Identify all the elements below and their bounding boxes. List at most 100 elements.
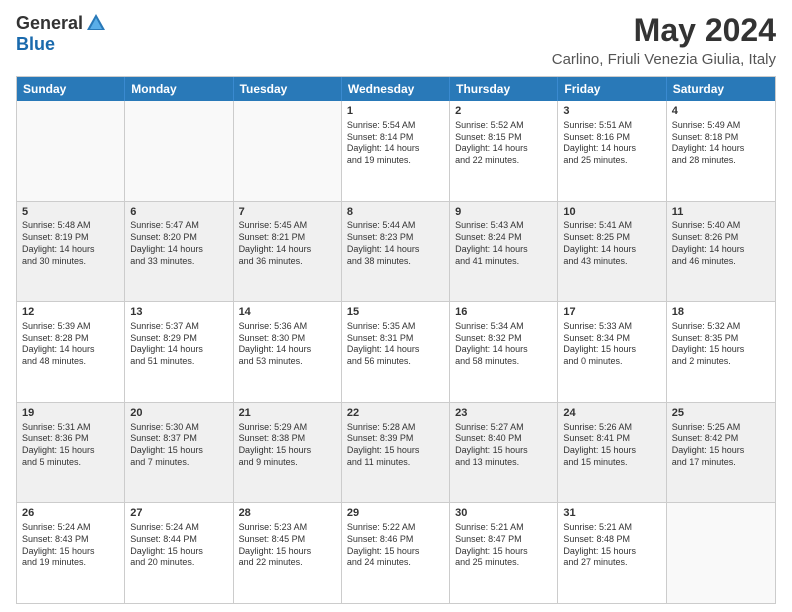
cell-number: 12: [22, 305, 119, 320]
cell-info: Sunrise: 5:31 AM Sunset: 8:36 PM Dayligh…: [22, 422, 119, 469]
calendar-cell: 15Sunrise: 5:35 AM Sunset: 8:31 PM Dayli…: [342, 302, 450, 402]
day-header: Wednesday: [342, 77, 450, 101]
cell-number: 1: [347, 104, 444, 119]
subtitle: Carlino, Friuli Venezia Giulia, Italy: [552, 51, 776, 68]
calendar-cell: 25Sunrise: 5:25 AM Sunset: 8:42 PM Dayli…: [667, 403, 775, 503]
cell-info: Sunrise: 5:49 AM Sunset: 8:18 PM Dayligh…: [672, 120, 770, 167]
calendar-cell: 12Sunrise: 5:39 AM Sunset: 8:28 PM Dayli…: [17, 302, 125, 402]
cell-number: 20: [130, 406, 227, 421]
cell-info: Sunrise: 5:27 AM Sunset: 8:40 PM Dayligh…: [455, 422, 552, 469]
cell-number: 27: [130, 506, 227, 521]
cell-number: 4: [672, 104, 770, 119]
cell-number: 31: [563, 506, 660, 521]
cell-number: 21: [239, 406, 336, 421]
cell-info: Sunrise: 5:35 AM Sunset: 8:31 PM Dayligh…: [347, 321, 444, 368]
calendar-cell: [234, 101, 342, 201]
day-header: Thursday: [450, 77, 558, 101]
calendar-cell: 18Sunrise: 5:32 AM Sunset: 8:35 PM Dayli…: [667, 302, 775, 402]
calendar-cell: 9Sunrise: 5:43 AM Sunset: 8:24 PM Daylig…: [450, 202, 558, 302]
header: General Blue May 2024 Carlino, Friuli Ve…: [16, 12, 776, 68]
day-header: Tuesday: [234, 77, 342, 101]
calendar-body: 1Sunrise: 5:54 AM Sunset: 8:14 PM Daylig…: [17, 101, 775, 603]
calendar-cell: 10Sunrise: 5:41 AM Sunset: 8:25 PM Dayli…: [558, 202, 666, 302]
cell-info: Sunrise: 5:47 AM Sunset: 8:20 PM Dayligh…: [130, 220, 227, 267]
main-title: May 2024: [552, 12, 776, 49]
calendar-cell: 16Sunrise: 5:34 AM Sunset: 8:32 PM Dayli…: [450, 302, 558, 402]
cell-number: 16: [455, 305, 552, 320]
cell-number: 5: [22, 205, 119, 220]
calendar-cell: 27Sunrise: 5:24 AM Sunset: 8:44 PM Dayli…: [125, 503, 233, 603]
cell-info: Sunrise: 5:48 AM Sunset: 8:19 PM Dayligh…: [22, 220, 119, 267]
page: General Blue May 2024 Carlino, Friuli Ve…: [0, 0, 792, 612]
cell-number: 7: [239, 205, 336, 220]
calendar: SundayMondayTuesdayWednesdayThursdayFrid…: [16, 76, 776, 604]
cell-info: Sunrise: 5:43 AM Sunset: 8:24 PM Dayligh…: [455, 220, 552, 267]
logo-blue: Blue: [16, 34, 55, 55]
cell-number: 6: [130, 205, 227, 220]
calendar-cell: 26Sunrise: 5:24 AM Sunset: 8:43 PM Dayli…: [17, 503, 125, 603]
calendar-row: 12Sunrise: 5:39 AM Sunset: 8:28 PM Dayli…: [17, 301, 775, 402]
calendar-cell: 5Sunrise: 5:48 AM Sunset: 8:19 PM Daylig…: [17, 202, 125, 302]
calendar-cell: 7Sunrise: 5:45 AM Sunset: 8:21 PM Daylig…: [234, 202, 342, 302]
calendar-row: 26Sunrise: 5:24 AM Sunset: 8:43 PM Dayli…: [17, 502, 775, 603]
calendar-row: 5Sunrise: 5:48 AM Sunset: 8:19 PM Daylig…: [17, 201, 775, 302]
cell-info: Sunrise: 5:44 AM Sunset: 8:23 PM Dayligh…: [347, 220, 444, 267]
calendar-cell: [125, 101, 233, 201]
cell-info: Sunrise: 5:34 AM Sunset: 8:32 PM Dayligh…: [455, 321, 552, 368]
cell-info: Sunrise: 5:36 AM Sunset: 8:30 PM Dayligh…: [239, 321, 336, 368]
cell-info: Sunrise: 5:40 AM Sunset: 8:26 PM Dayligh…: [672, 220, 770, 267]
cell-info: Sunrise: 5:37 AM Sunset: 8:29 PM Dayligh…: [130, 321, 227, 368]
calendar-cell: [667, 503, 775, 603]
calendar-cell: 28Sunrise: 5:23 AM Sunset: 8:45 PM Dayli…: [234, 503, 342, 603]
calendar-cell: 3Sunrise: 5:51 AM Sunset: 8:16 PM Daylig…: [558, 101, 666, 201]
day-header: Monday: [125, 77, 233, 101]
calendar-cell: 19Sunrise: 5:31 AM Sunset: 8:36 PM Dayli…: [17, 403, 125, 503]
calendar-cell: 8Sunrise: 5:44 AM Sunset: 8:23 PM Daylig…: [342, 202, 450, 302]
cell-number: 9: [455, 205, 552, 220]
cell-info: Sunrise: 5:41 AM Sunset: 8:25 PM Dayligh…: [563, 220, 660, 267]
day-header: Sunday: [17, 77, 125, 101]
cell-number: 24: [563, 406, 660, 421]
cell-number: 8: [347, 205, 444, 220]
calendar-cell: 24Sunrise: 5:26 AM Sunset: 8:41 PM Dayli…: [558, 403, 666, 503]
cell-info: Sunrise: 5:33 AM Sunset: 8:34 PM Dayligh…: [563, 321, 660, 368]
cell-info: Sunrise: 5:24 AM Sunset: 8:43 PM Dayligh…: [22, 522, 119, 569]
cell-number: 25: [672, 406, 770, 421]
cell-info: Sunrise: 5:32 AM Sunset: 8:35 PM Dayligh…: [672, 321, 770, 368]
calendar-cell: 13Sunrise: 5:37 AM Sunset: 8:29 PM Dayli…: [125, 302, 233, 402]
calendar-cell: 4Sunrise: 5:49 AM Sunset: 8:18 PM Daylig…: [667, 101, 775, 201]
cell-number: 3: [563, 104, 660, 119]
cell-info: Sunrise: 5:26 AM Sunset: 8:41 PM Dayligh…: [563, 422, 660, 469]
calendar-cell: 14Sunrise: 5:36 AM Sunset: 8:30 PM Dayli…: [234, 302, 342, 402]
cell-number: 28: [239, 506, 336, 521]
calendar-cell: 22Sunrise: 5:28 AM Sunset: 8:39 PM Dayli…: [342, 403, 450, 503]
day-header: Saturday: [667, 77, 775, 101]
cell-number: 19: [22, 406, 119, 421]
cell-number: 22: [347, 406, 444, 421]
cell-info: Sunrise: 5:23 AM Sunset: 8:45 PM Dayligh…: [239, 522, 336, 569]
cell-info: Sunrise: 5:30 AM Sunset: 8:37 PM Dayligh…: [130, 422, 227, 469]
cell-number: 15: [347, 305, 444, 320]
logo-general: General: [16, 13, 83, 34]
cell-number: 11: [672, 205, 770, 220]
calendar-cell: 23Sunrise: 5:27 AM Sunset: 8:40 PM Dayli…: [450, 403, 558, 503]
cell-number: 2: [455, 104, 552, 119]
day-header: Friday: [558, 77, 666, 101]
logo-icon: [85, 12, 107, 34]
calendar-cell: 31Sunrise: 5:21 AM Sunset: 8:48 PM Dayli…: [558, 503, 666, 603]
calendar-cell: 2Sunrise: 5:52 AM Sunset: 8:15 PM Daylig…: [450, 101, 558, 201]
calendar-cell: 1Sunrise: 5:54 AM Sunset: 8:14 PM Daylig…: [342, 101, 450, 201]
cell-number: 29: [347, 506, 444, 521]
cell-number: 30: [455, 506, 552, 521]
calendar-cell: 6Sunrise: 5:47 AM Sunset: 8:20 PM Daylig…: [125, 202, 233, 302]
cell-info: Sunrise: 5:39 AM Sunset: 8:28 PM Dayligh…: [22, 321, 119, 368]
cell-number: 26: [22, 506, 119, 521]
cell-info: Sunrise: 5:21 AM Sunset: 8:47 PM Dayligh…: [455, 522, 552, 569]
cell-number: 23: [455, 406, 552, 421]
calendar-cell: 11Sunrise: 5:40 AM Sunset: 8:26 PM Dayli…: [667, 202, 775, 302]
cell-info: Sunrise: 5:25 AM Sunset: 8:42 PM Dayligh…: [672, 422, 770, 469]
calendar-row: 1Sunrise: 5:54 AM Sunset: 8:14 PM Daylig…: [17, 101, 775, 201]
logo: General Blue: [16, 12, 107, 55]
calendar-cell: 30Sunrise: 5:21 AM Sunset: 8:47 PM Dayli…: [450, 503, 558, 603]
title-section: May 2024 Carlino, Friuli Venezia Giulia,…: [552, 12, 776, 68]
